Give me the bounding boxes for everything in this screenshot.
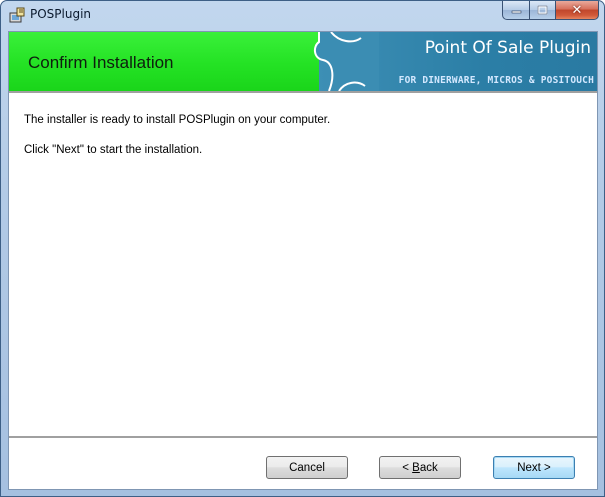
minimize-icon	[511, 10, 521, 14]
minimize-button[interactable]	[502, 1, 529, 20]
footer-divider	[9, 436, 597, 439]
instruction-message: Click "Next" to start the installation.	[24, 144, 203, 156]
title-bar[interactable]: POSPlugin ✕	[1, 1, 604, 30]
back-button-prefix: <	[402, 461, 413, 474]
cancel-button[interactable]: Cancel	[266, 456, 348, 479]
brand-title: Point Of Sale Plugin	[424, 38, 591, 58]
back-button-label-rest: ack	[419, 461, 438, 474]
brand-tagline: FOR DINERWARE, MICROS & POSITOUCH	[398, 75, 594, 86]
installer-app-icon	[9, 7, 25, 23]
header-divider	[9, 91, 597, 94]
back-button[interactable]: < Back	[379, 456, 461, 479]
maximize-icon	[537, 5, 548, 15]
ready-message: The installer is ready to install POSPlu…	[24, 114, 331, 126]
puzzle-piece-graphic	[313, 32, 379, 91]
header-banner: Confirm Installation Point Of Sale Plugi…	[9, 32, 597, 91]
next-button[interactable]: Next >	[493, 456, 575, 479]
back-button-accelerator: B	[412, 461, 420, 474]
page-title: Confirm Installation	[28, 53, 174, 72]
dialog-client-area: Confirm Installation Point Of Sale Plugi…	[8, 31, 598, 490]
window-title: POSPlugin	[30, 7, 92, 21]
caption-buttons: ✕	[502, 1, 599, 21]
installer-window: POSPlugin ✕ Confirm Installation Point O…	[0, 0, 605, 497]
maximize-button[interactable]	[529, 1, 555, 20]
close-icon: ✕	[571, 2, 583, 18]
close-button[interactable]: ✕	[555, 1, 599, 20]
